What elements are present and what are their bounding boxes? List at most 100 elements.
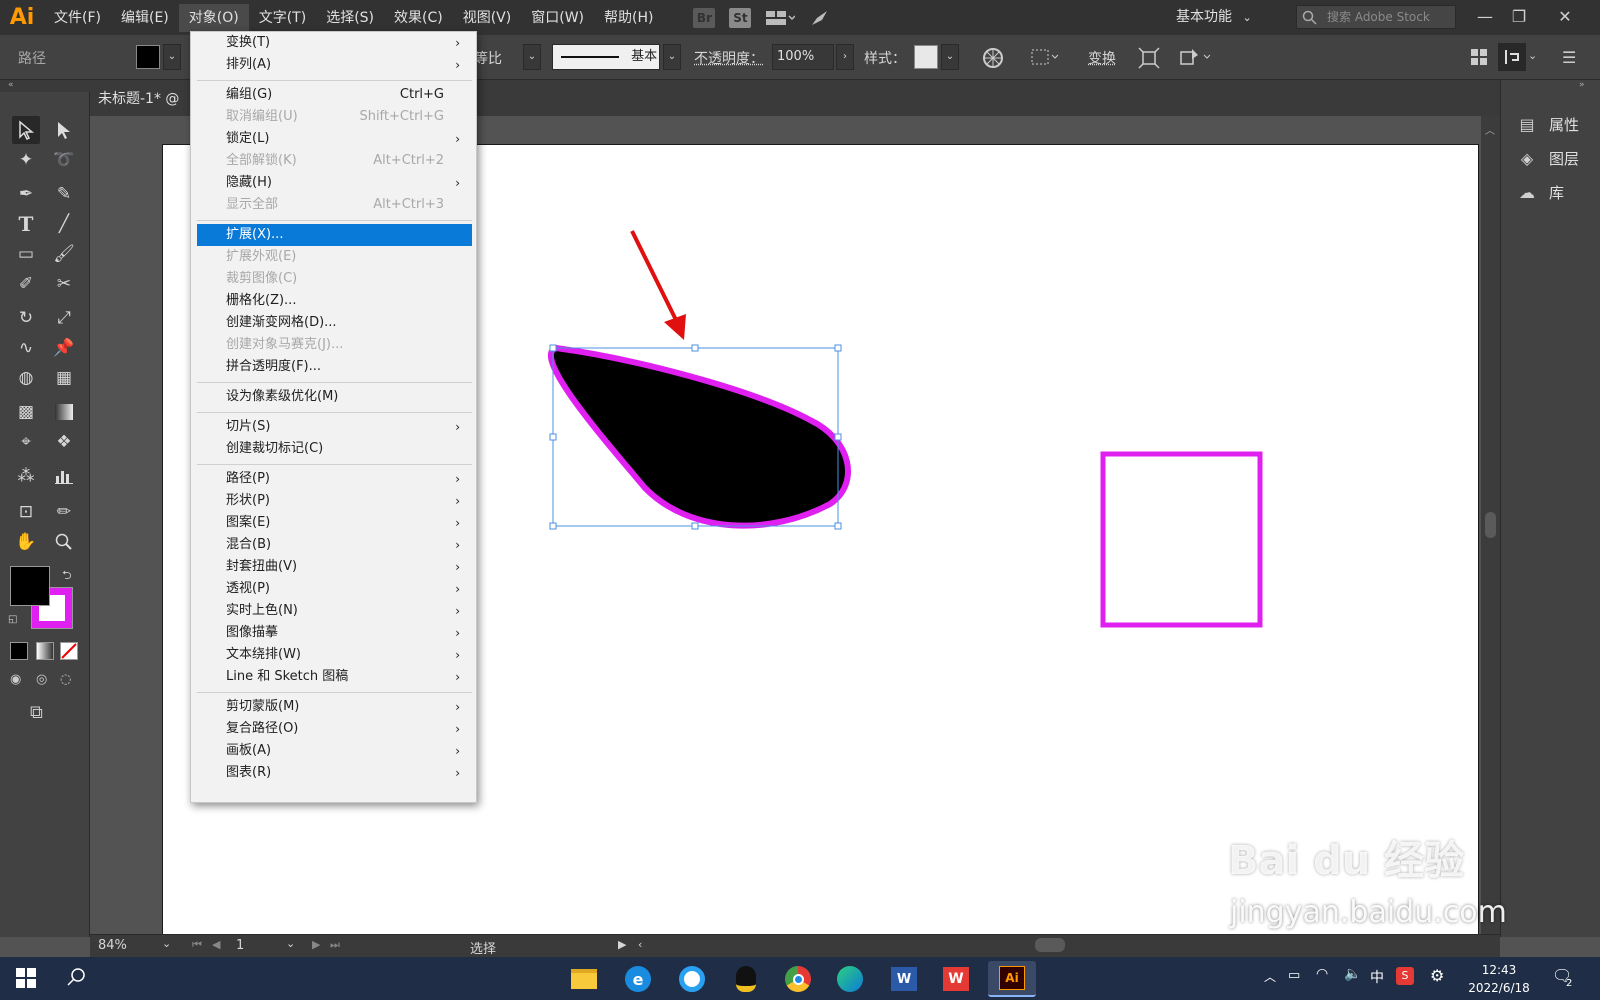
scissors-tool-icon[interactable]: ✂	[50, 270, 78, 298]
align-icon[interactable]	[1030, 47, 1060, 71]
grip-handle[interactable]	[0, 35, 6, 80]
volume-icon[interactable]: 🔈	[1344, 966, 1361, 982]
battery-icon[interactable]: ▭	[1288, 968, 1300, 983]
menu-object[interactable]: 对象(O)	[179, 4, 249, 32]
chevron-down-icon[interactable]: ⌄	[1528, 49, 1537, 62]
taskbar-search-icon[interactable]	[66, 966, 88, 992]
shaper-tool-icon[interactable]: ✐	[12, 270, 40, 298]
eyedropper-tool-icon[interactable]: ⌖	[12, 428, 40, 456]
fill-color-swatch[interactable]	[10, 566, 50, 606]
menu-item-slice[interactable]: 切片(S) ›	[193, 416, 474, 438]
fill-dropdown[interactable]: ⌄	[163, 44, 181, 70]
style-swatch[interactable]	[914, 45, 938, 69]
menu-item-artboards[interactable]: 画板(A) ›	[193, 740, 474, 762]
paintbrush-tool-icon[interactable]: 🖌	[50, 240, 78, 268]
perspective-grid-tool-icon[interactable]: ▦	[50, 364, 78, 392]
style-dropdown[interactable]: ⌄	[941, 44, 959, 70]
restore-button[interactable]: ❐	[1502, 4, 1536, 30]
menu-file[interactable]: 文件(F)	[44, 4, 111, 32]
layers-panel-button[interactable]: ◈ 图层	[1515, 144, 1600, 172]
menu-item-transform[interactable]: 变换(T) ›	[193, 32, 474, 54]
menu-item-group[interactable]: 编组(G) Ctrl+G	[193, 84, 474, 106]
wps-icon[interactable]: W	[936, 961, 976, 997]
menu-item-create-trim-marks[interactable]: 创建裁切标记(C)	[193, 438, 474, 460]
wifi-icon[interactable]: ◠	[1316, 966, 1328, 982]
pen-tool-icon[interactable]: ✒	[12, 180, 40, 208]
windows-start-icon[interactable]	[16, 968, 36, 992]
magenta-square[interactable]	[1103, 454, 1260, 625]
ie-browser-icon[interactable]: e	[618, 961, 658, 997]
menu-view[interactable]: 视图(V)	[453, 4, 522, 32]
zoom-tool-icon[interactable]	[50, 528, 78, 556]
show-hidden-icons-icon[interactable]: ︿	[1264, 968, 1276, 985]
transform-label[interactable]: 变换	[1088, 48, 1116, 68]
draw-behind-icon[interactable]: ◎	[36, 672, 47, 687]
document-tab[interactable]: 未标题-1* @	[98, 88, 179, 108]
mesh-tool-icon[interactable]: ▩	[12, 398, 40, 426]
sogou-ime-icon[interactable]: S	[1396, 967, 1414, 985]
arrange-documents-icon[interactable]	[765, 8, 795, 28]
none-mode-button[interactable]	[60, 642, 78, 660]
toolbar-collapse-icon[interactable]: «	[0, 80, 90, 92]
stock-search-input[interactable]: 搜索 Adobe Stock	[1296, 5, 1456, 29]
opacity-input[interactable]: 100%	[772, 44, 834, 70]
column-graph-tool-icon[interactable]	[50, 462, 78, 490]
menu-window[interactable]: 窗口(W)	[521, 4, 594, 32]
menu-lines-icon[interactable]: ☰	[1562, 48, 1576, 67]
menu-type[interactable]: 文字(T)	[249, 4, 316, 32]
scroll-thumb[interactable]	[1485, 512, 1496, 538]
line-tool-icon[interactable]: ╱	[50, 210, 78, 238]
menu-item-line-sketch-art[interactable]: Line 和 Sketch 图稿 ›	[193, 666, 474, 688]
zoom-level[interactable]: 84%	[98, 938, 127, 953]
scroll-left-icon[interactable]: ‹	[638, 938, 642, 951]
next-artboard-icon[interactable]: ▶	[312, 938, 320, 951]
gradient-tool-icon[interactable]	[50, 398, 78, 426]
artboard-tool-icon[interactable]: ⊡	[12, 498, 40, 526]
menu-item-pattern[interactable]: 图案(E) ›	[193, 512, 474, 534]
curvature-tool-icon[interactable]: ✎	[50, 180, 78, 208]
symbol-sprayer-tool-icon[interactable]: ⁂	[12, 462, 40, 490]
menu-item-envelope-distort[interactable]: 封套扭曲(V) ›	[193, 556, 474, 578]
magic-wand-tool-icon[interactable]: ✦	[12, 146, 40, 174]
menu-item-expand[interactable]: 扩展(X)...	[197, 224, 472, 246]
panel-toggle-icon[interactable]	[1498, 43, 1526, 71]
menu-item-image-trace[interactable]: 图像描摹 ›	[193, 622, 474, 644]
workspace-switcher[interactable]: 基本功能 ⌄	[1176, 6, 1252, 26]
type-tool-icon[interactable]: T	[12, 210, 40, 238]
swap-colors-icon[interactable]: ⮌	[62, 566, 72, 587]
menu-item-arrange[interactable]: 排列(A) ›	[193, 54, 474, 76]
screen-mode-icon[interactable]: ⧉	[30, 702, 43, 723]
word-icon[interactable]: W	[884, 961, 924, 997]
scale-tool-icon[interactable]: ⤢	[50, 304, 78, 332]
properties-panel-button[interactable]: ▤ 属性	[1515, 110, 1600, 138]
rotate-tool-icon[interactable]: ↻	[12, 304, 40, 332]
menu-item-hide[interactable]: 隐藏(H) ›	[193, 172, 474, 194]
direct-selection-tool-icon[interactable]	[50, 116, 78, 144]
taskbar-clock[interactable]: 12:43 2022/6/18	[1464, 961, 1534, 997]
color-mode-button[interactable]	[10, 642, 28, 660]
menu-item-perspective[interactable]: 透视(P) ›	[193, 578, 474, 600]
stroke-profile-select[interactable]: 基本	[552, 44, 660, 70]
menu-item-shape[interactable]: 形状(P) ›	[193, 490, 474, 512]
menu-item-live-paint[interactable]: 实时上色(N) ›	[193, 600, 474, 622]
selection-tool-icon[interactable]	[12, 116, 40, 144]
menu-item-compound-path[interactable]: 复合路径(O) ›	[193, 718, 474, 740]
opacity-label[interactable]: 不透明度：	[694, 48, 764, 68]
bridge-icon[interactable]: Br	[693, 8, 715, 28]
gradient-mode-button[interactable]	[36, 642, 54, 660]
menu-item-lock[interactable]: 锁定(L) ›	[193, 128, 474, 150]
status-menu-icon[interactable]: ▶	[618, 938, 626, 951]
zoom-dropdown[interactable]: ⌄	[162, 937, 171, 950]
menu-item-text-wrap[interactable]: 文本绕排(W) ›	[193, 644, 474, 666]
default-colors-icon[interactable]: ◱	[8, 614, 17, 625]
lasso-tool-icon[interactable]: ➰	[50, 146, 78, 174]
libraries-panel-button[interactable]: ☁ 库	[1515, 178, 1600, 206]
menu-item-create-gradient-mesh[interactable]: 创建渐变网格(D)...	[193, 312, 474, 334]
stroke-profile-dropdown[interactable]: ⌄	[663, 44, 681, 70]
draw-normal-icon[interactable]: ◉	[10, 672, 21, 687]
artboard-number[interactable]: 1	[236, 938, 244, 953]
menu-help[interactable]: 帮助(H)	[594, 4, 663, 32]
hand-tool-icon[interactable]: ✋	[12, 528, 40, 556]
scroll-up-icon[interactable]: ︿	[1485, 122, 1495, 137]
ime-indicator[interactable]: 中	[1370, 967, 1384, 987]
